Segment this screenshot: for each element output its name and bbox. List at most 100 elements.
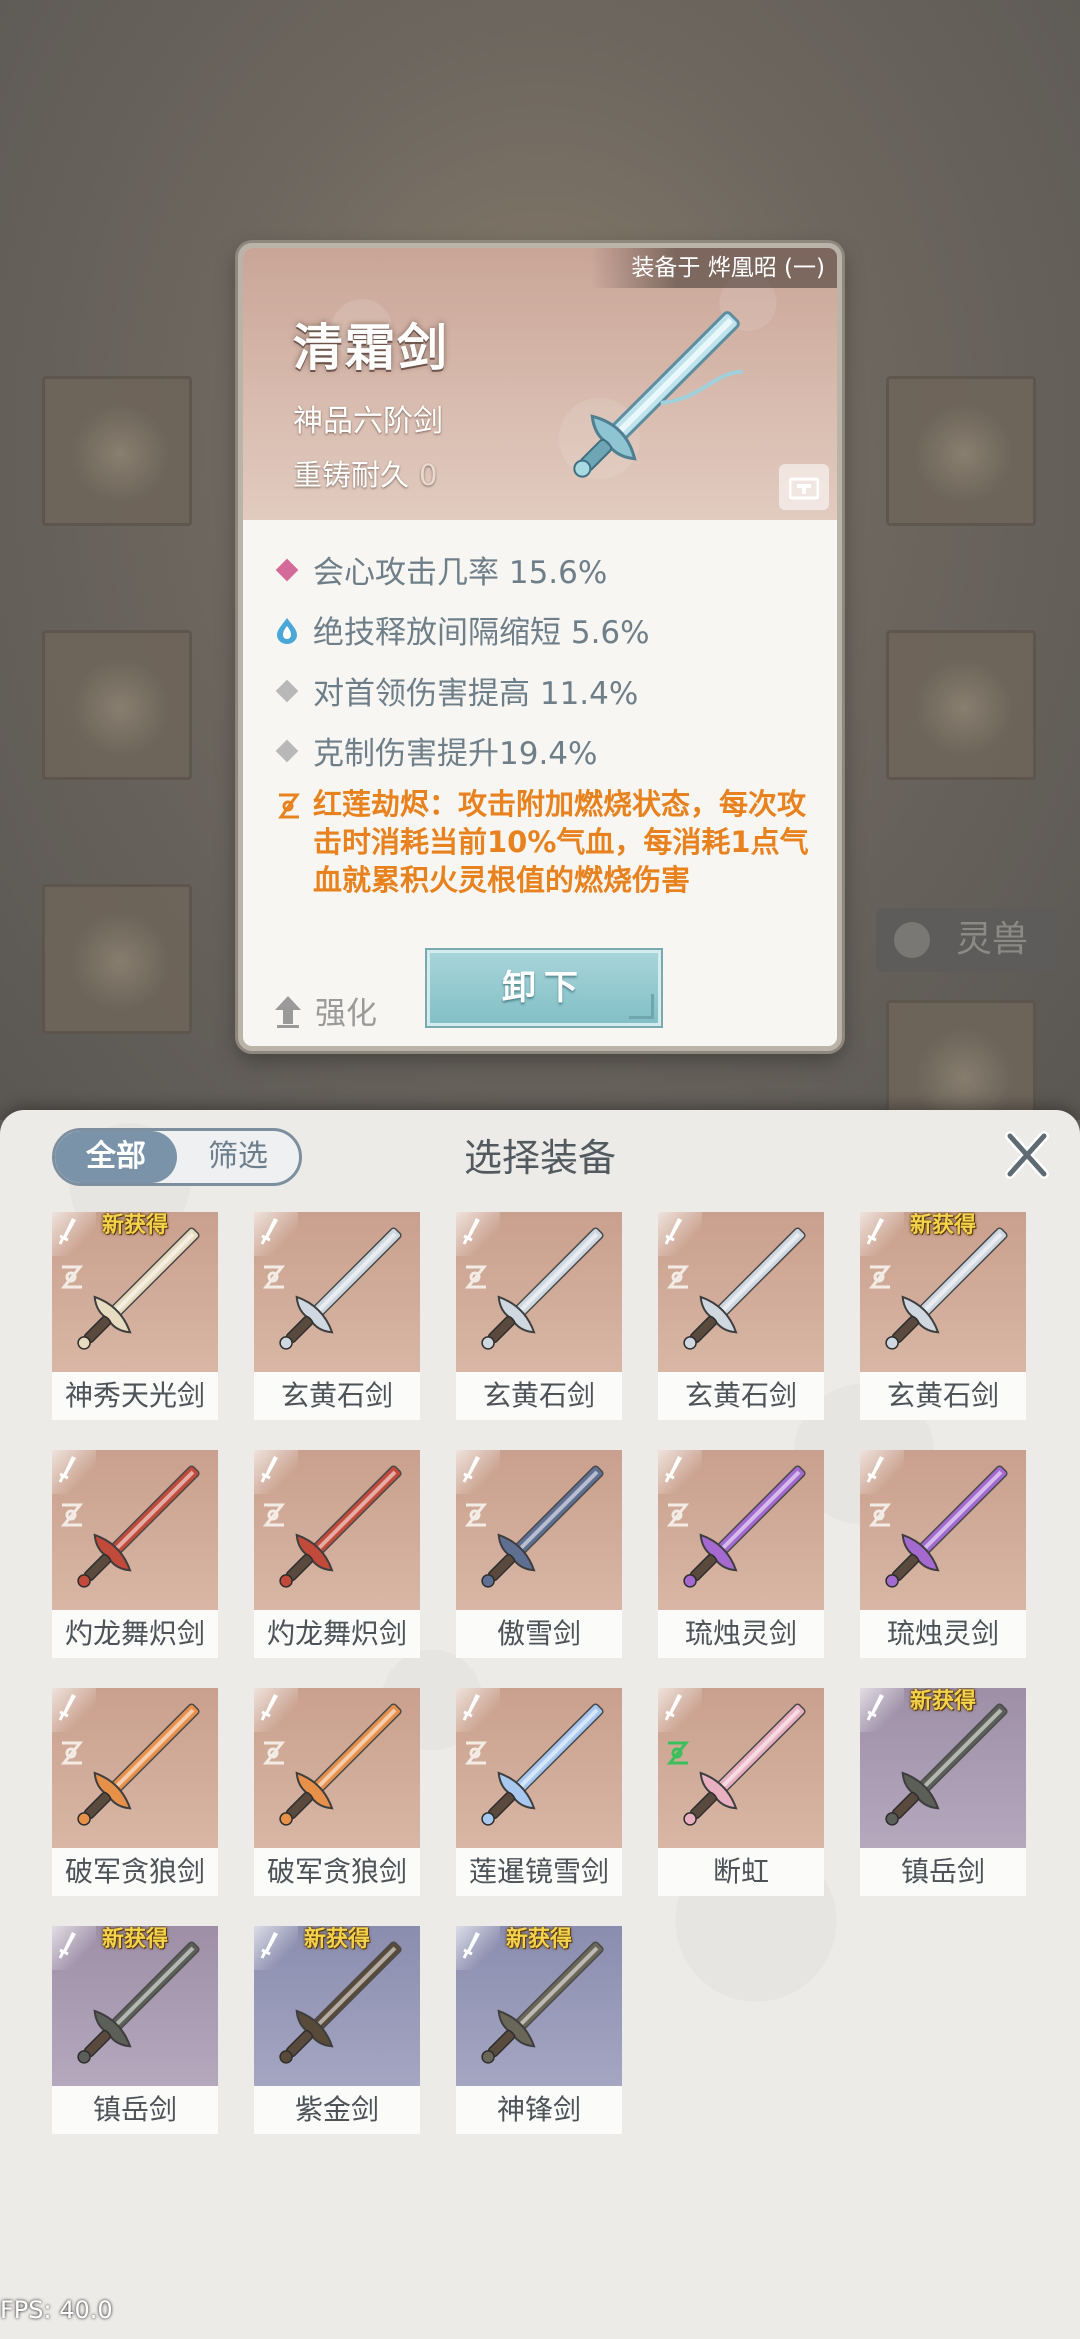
- sword-type-icon: [58, 1456, 76, 1483]
- attribute-row: 绝技释放间隔缩短 5.6%: [273, 607, 650, 652]
- enhance-button[interactable]: 强化: [273, 988, 377, 1033]
- item-art: [456, 1450, 622, 1610]
- rune-icon: [262, 1265, 286, 1289]
- equipment-item-card[interactable]: 新获得 神秀天光剑: [52, 1212, 218, 1420]
- item-art: [254, 1450, 420, 1610]
- item-name: 灼龙舞炽剑: [254, 1610, 420, 1658]
- item-name: 玄黄石剑: [658, 1372, 824, 1420]
- equipment-item-card[interactable]: 玄黄石剑: [658, 1212, 824, 1420]
- equipment-item-card[interactable]: 断虹: [658, 1688, 824, 1896]
- equipment-item-card[interactable]: 琉烛灵剑: [860, 1450, 1026, 1658]
- item-art: [456, 1688, 622, 1848]
- sword-type-icon: [260, 1218, 278, 1245]
- item-name: 玄黄石剑: [456, 1372, 622, 1420]
- equipment-item-card[interactable]: 破军贪狼剑: [52, 1688, 218, 1896]
- equipment-item-card[interactable]: 傲雪剑: [456, 1450, 622, 1658]
- fps-counter: FPS: 40.0: [0, 2296, 113, 2324]
- bg-equipment-slot: [42, 630, 192, 780]
- equipment-item-card[interactable]: 灼龙舞炽剑: [254, 1450, 420, 1658]
- item-name: 清霜剑: [293, 318, 449, 377]
- equipment-item-card[interactable]: 玄黄石剑: [254, 1212, 420, 1420]
- weapon-type-corner: [456, 1212, 500, 1256]
- sword-type-icon: [664, 1218, 682, 1245]
- weapon-type-corner: [52, 1450, 96, 1494]
- item-name: 傲雪剑: [456, 1610, 622, 1658]
- item-name: 神秀天光剑: [52, 1372, 218, 1420]
- equipment-item-card[interactable]: 玄黄石剑: [456, 1212, 622, 1420]
- equipment-item-card[interactable]: 破军贪狼剑: [254, 1688, 420, 1896]
- paw-icon: [894, 922, 930, 958]
- unequip-button[interactable]: 卸下: [427, 950, 661, 1026]
- equipment-item-card[interactable]: 新获得 镇岳剑: [52, 1926, 218, 2134]
- attribute-row: 对首领伤害提高 11.4%: [273, 668, 638, 713]
- equipment-item-card[interactable]: 新获得 紫金剑: [254, 1926, 420, 2134]
- up-arrow-icon: [275, 995, 301, 1028]
- item-name: 灼龙舞炽剑: [52, 1610, 218, 1658]
- bg-lingshou-button: 灵兽: [876, 908, 1056, 972]
- panel-title: 选择装备: [463, 1136, 616, 1180]
- item-name: 琉烛灵剑: [860, 1610, 1026, 1658]
- weapon-type-corner: [254, 1450, 298, 1494]
- new-badge: 新获得: [303, 1926, 370, 1952]
- item-grade: 神品六阶剑: [293, 404, 443, 439]
- close-icon[interactable]: [1002, 1130, 1052, 1180]
- recast-label: 重铸耐久: [293, 458, 410, 492]
- weapon-type-corner: [254, 1688, 298, 1732]
- rune-icon: [464, 1265, 488, 1289]
- equipment-item-card[interactable]: 灼龙舞炽剑: [52, 1450, 218, 1658]
- equipment-detail-card: 装备于 烨凰昭 (一) 清霜剑 神品六阶剑 重铸耐久 0 会心攻击几率 15.6…: [238, 243, 842, 1051]
- sword-type-icon: [462, 1218, 480, 1245]
- new-badge: 新获得: [101, 1212, 168, 1238]
- sword-type-icon: [462, 1694, 480, 1721]
- rune-icon: [666, 1503, 690, 1527]
- item-name: 破军贪狼剑: [52, 1848, 218, 1896]
- equipment-item-card[interactable]: 新获得 镇岳剑: [860, 1688, 1026, 1896]
- rune-icon: [464, 1503, 488, 1527]
- rune-icon: [666, 1265, 690, 1289]
- sword-type-icon: [260, 1694, 278, 1721]
- weapon-type-corner: [658, 1212, 702, 1256]
- item-art: 新获得: [254, 1926, 420, 2086]
- rune-icon: [868, 1265, 892, 1289]
- rune-icon: [60, 1503, 84, 1527]
- recast-durability: 重铸耐久 0: [293, 452, 437, 494]
- item-name: 神锋剑: [456, 2086, 622, 2134]
- item-art: [860, 1450, 1026, 1610]
- card-header: 装备于 烨凰昭 (一) 清霜剑 神品六阶剑 重铸耐久 0: [243, 248, 837, 520]
- item-art: [658, 1688, 824, 1848]
- attribute-text: 对首领伤害提高 11.4%: [313, 676, 639, 712]
- lock-icon: [789, 477, 819, 500]
- weapon-type-corner: [456, 1688, 500, 1732]
- gray-diamond-icon: [275, 739, 299, 762]
- weapon-type-corner: [860, 1450, 904, 1494]
- item-art: [658, 1212, 824, 1372]
- sword-type-icon: [462, 1456, 480, 1483]
- item-art: 新获得: [52, 1926, 218, 2086]
- equipment-item-card[interactable]: 新获得 玄黄石剑: [860, 1212, 1026, 1420]
- item-art: [52, 1450, 218, 1610]
- gray-diamond-icon: [275, 679, 299, 702]
- item-name: 玄黄石剑: [254, 1372, 420, 1420]
- special-effect: 红莲劫烬：攻击附加燃烧状态，每次攻击时消耗当前10%气血，每消耗1点气血就累积火…: [273, 785, 833, 899]
- item-name: 镇岳剑: [860, 1848, 1026, 1896]
- bg-lingshou-label: 灵兽: [955, 919, 1028, 960]
- item-name: 紫金剑: [254, 2086, 420, 2134]
- item-name: 琉烛灵剑: [658, 1610, 824, 1658]
- equipment-item-card[interactable]: 琉烛灵剑: [658, 1450, 824, 1658]
- item-art: 新获得: [456, 1926, 622, 2086]
- equipment-item-card[interactable]: 莲暹镜雪剑: [456, 1688, 622, 1896]
- attribute-text: 会心攻击几率 15.6%: [313, 555, 608, 591]
- item-name: 莲暹镜雪剑: [456, 1848, 622, 1896]
- rune-icon: [262, 1503, 286, 1527]
- attribute-row: 克制伤害提升19.4%: [273, 728, 597, 773]
- item-art: [254, 1212, 420, 1372]
- weapon-type-corner: [658, 1688, 702, 1732]
- equipment-item-card[interactable]: 新获得 神锋剑: [456, 1926, 622, 2134]
- item-art: [254, 1688, 420, 1848]
- sword-artwork: [573, 311, 743, 478]
- item-art: 新获得: [52, 1212, 218, 1372]
- sword-type-icon: [664, 1694, 682, 1721]
- new-badge: 新获得: [909, 1212, 976, 1238]
- flame-rune-icon: [278, 793, 300, 819]
- lock-button[interactable]: [779, 464, 829, 510]
